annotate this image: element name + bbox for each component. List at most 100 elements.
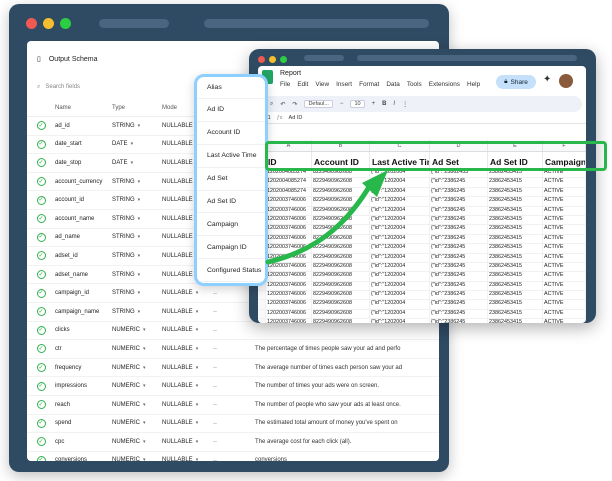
cell[interactable]: ACTIVE xyxy=(543,197,586,206)
cell[interactable]: ACTIVE xyxy=(543,206,586,215)
cell[interactable]: 8229490962608 xyxy=(312,300,370,309)
document-title[interactable]: Report xyxy=(280,70,301,77)
remove-icon[interactable]: – xyxy=(213,457,217,461)
cell[interactable]: {"id":"1202004 xyxy=(370,178,430,187)
cell[interactable]: 23862453415 xyxy=(488,300,543,309)
cell[interactable]: 8229490962608 xyxy=(312,234,370,244)
cell[interactable]: {"id":"1202004 xyxy=(370,253,430,262)
cell[interactable]: 23862453415 xyxy=(488,178,543,187)
cell[interactable]: ACTIVE xyxy=(543,272,586,281)
formula-input[interactable]: Ad ID xyxy=(289,115,303,121)
cell[interactable]: 1202003746006 xyxy=(266,281,312,291)
cell[interactable]: {"id":"1202004 xyxy=(370,309,430,319)
cell[interactable]: 1202003746006 xyxy=(266,197,312,206)
cell[interactable]: {"id":"2386245 xyxy=(430,291,488,300)
cell[interactable]: {"id":"2386245 xyxy=(430,244,488,253)
increase-size-icon[interactable]: + xyxy=(372,101,376,107)
minimize-button[interactable] xyxy=(269,56,276,63)
cell[interactable]: {"id":"1202004 xyxy=(370,187,430,197)
remove-icon[interactable]: – xyxy=(213,364,217,371)
minimize-button[interactable] xyxy=(43,18,54,29)
cell[interactable]: {"id":"2386245 xyxy=(430,234,488,244)
cell[interactable]: 8229490962608 xyxy=(312,206,370,215)
cell[interactable]: 8229490962608 xyxy=(312,244,370,253)
cell[interactable]: 23862453415 xyxy=(488,225,543,234)
search-icon[interactable]: ⌕ xyxy=(270,101,273,108)
cell[interactable]: {"id":"1202004 xyxy=(370,281,430,291)
cell[interactable]: 23862453415 xyxy=(488,234,543,244)
cell[interactable]: 8229490962608 xyxy=(312,262,370,272)
cell[interactable]: {"id":"1202004 xyxy=(370,244,430,253)
cell[interactable]: {"id":"2386245 xyxy=(430,206,488,215)
cell[interactable]: {"id":"2386245 xyxy=(430,309,488,319)
cell[interactable]: 23862453415 xyxy=(488,319,543,323)
alias-item[interactable]: Ad Set ID xyxy=(197,191,265,214)
cell[interactable]: 8229490962608 xyxy=(312,253,370,262)
cell[interactable]: 1202004085274 xyxy=(266,187,312,197)
maximize-button[interactable] xyxy=(60,18,71,29)
menu-item[interactable]: View xyxy=(315,81,329,88)
type-select[interactable]: NUMERIC ▾ xyxy=(112,365,162,371)
cell[interactable]: 8229490962608 xyxy=(312,319,370,323)
share-button[interactable]: 🔒︎ Share xyxy=(496,75,536,89)
cell[interactable]: ACTIVE xyxy=(543,309,586,319)
row-number[interactable] xyxy=(258,319,266,323)
cell[interactable]: 8229490962608 xyxy=(312,281,370,291)
cell[interactable]: {"id":"1202004 xyxy=(370,272,430,281)
cell[interactable]: {"id":"1202004 xyxy=(370,262,430,272)
sparkle-icon[interactable]: ✦ xyxy=(543,74,551,85)
cell[interactable]: 23862453415 xyxy=(488,197,543,206)
undo-icon[interactable]: ↶ xyxy=(280,101,285,108)
cell[interactable]: 8229490962608 xyxy=(312,187,370,197)
cell[interactable]: 1202003746006 xyxy=(266,234,312,244)
cell[interactable]: 23862453415 xyxy=(488,215,543,225)
cell[interactable]: 23862453415 xyxy=(488,281,543,291)
cell[interactable]: {"id":"2386245 xyxy=(430,225,488,234)
cell[interactable]: ACTIVE xyxy=(543,225,586,234)
cell[interactable]: {"id":"1202004 xyxy=(370,300,430,309)
type-select[interactable]: NUMERIC ▾ xyxy=(112,346,162,352)
type-select[interactable]: STRING ▾ xyxy=(112,234,162,240)
type-select[interactable]: NUMERIC ▾ xyxy=(112,439,162,445)
close-button[interactable] xyxy=(26,18,37,29)
cell[interactable]: 23862453415 xyxy=(488,244,543,253)
type-select[interactable]: DATE ▾ xyxy=(112,160,162,166)
cell[interactable]: {"id":"2386245 xyxy=(430,319,488,323)
type-select[interactable]: STRING ▾ xyxy=(112,290,162,296)
row-number[interactable] xyxy=(258,291,266,300)
remove-icon[interactable]: – xyxy=(213,383,217,390)
cell[interactable]: 1202003746006 xyxy=(266,215,312,225)
cell[interactable]: {"id":"1202004 xyxy=(370,206,430,215)
cell[interactable]: 1202003746006 xyxy=(266,244,312,253)
cell[interactable]: {"id":"2386245 xyxy=(430,272,488,281)
cell[interactable]: {"id":"2386245 xyxy=(430,262,488,272)
cell[interactable]: {"id":"2386245 xyxy=(430,178,488,187)
cell[interactable]: ACTIVE xyxy=(543,178,586,187)
cell[interactable]: ACTIVE xyxy=(543,291,586,300)
cell[interactable]: 8229490962608 xyxy=(312,291,370,300)
type-select[interactable]: STRING ▾ xyxy=(112,216,162,222)
remove-icon[interactable]: – xyxy=(213,327,217,334)
cell[interactable]: 1202003746006 xyxy=(266,300,312,309)
cell[interactable]: {"id":"2386245 xyxy=(430,253,488,262)
type-select[interactable]: DATE ▾ xyxy=(112,141,162,147)
cell[interactable]: {"id":"2386245 xyxy=(430,215,488,225)
alias-item[interactable]: Ad Set xyxy=(197,168,265,191)
cell[interactable]: ACTIVE xyxy=(543,281,586,291)
menu-item[interactable]: File xyxy=(280,81,290,88)
alias-item[interactable]: Configured Status xyxy=(197,259,265,283)
cell[interactable]: 23862453415 xyxy=(488,309,543,319)
cell[interactable]: {"id":"2386245 xyxy=(430,197,488,206)
cell[interactable]: {"id":"1202004 xyxy=(370,234,430,244)
bold-icon[interactable]: B xyxy=(382,101,386,107)
cell[interactable]: 8229490962608 xyxy=(312,178,370,187)
cell[interactable]: 1202003746006 xyxy=(266,225,312,234)
alias-item[interactable]: Ad ID xyxy=(197,99,265,122)
cell[interactable]: 1202004085274 xyxy=(266,178,312,187)
alias-item[interactable]: Last Active Time xyxy=(197,145,265,168)
cell[interactable]: {"id":"1202004 xyxy=(370,225,430,234)
cell[interactable]: {"id":"2386245 xyxy=(430,300,488,309)
cell[interactable]: 8229490962608 xyxy=(312,225,370,234)
cell[interactable]: ACTIVE xyxy=(543,300,586,309)
cell[interactable]: {"id":"1202004 xyxy=(370,197,430,206)
